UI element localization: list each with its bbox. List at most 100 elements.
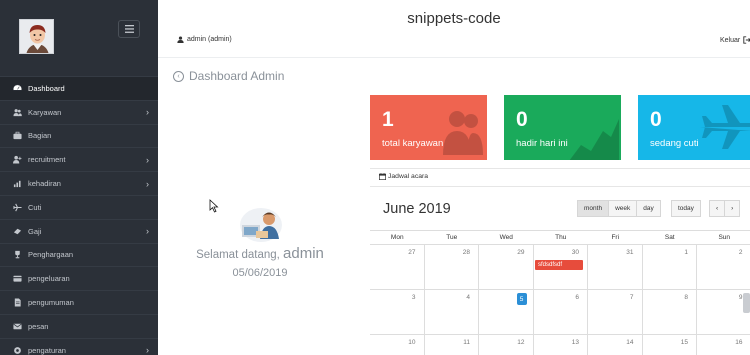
calendar-day-cell[interactable]: 2 — [697, 245, 750, 289]
user-plus-icon — [12, 155, 22, 165]
user-icon — [177, 36, 184, 43]
calendar-day-cell[interactable]: 27 — [370, 245, 425, 289]
sidebar-header — [0, 0, 158, 76]
calendar-day-cell[interactable]: 10 — [370, 335, 425, 355]
day-number: 30 — [571, 249, 579, 256]
stat-label: total karyawan — [382, 138, 444, 149]
tab-jadwal-acara[interactable]: Jadwal acara — [379, 173, 428, 180]
trophy-icon — [12, 250, 22, 260]
day-number: 11 — [463, 339, 470, 346]
chevron-right-icon: › — [146, 154, 149, 165]
calendar-view-switcher: month week day — [577, 200, 661, 217]
sidebar-item-kehadiran[interactable]: kehadiran › — [0, 171, 158, 195]
chevron-right-icon: › — [146, 226, 149, 237]
plane-icon — [700, 105, 750, 149]
day-number: 6 — [575, 294, 579, 301]
chevron-right-icon: › — [146, 345, 149, 355]
sidebar-item-label: pengumuman — [28, 298, 74, 308]
sidebar-item-bagian[interactable]: Bagian — [0, 123, 158, 148]
calendar-event[interactable]: sfdsdfsdf — [535, 260, 583, 270]
view-week-button[interactable]: week — [609, 200, 638, 217]
avatar[interactable] — [19, 19, 54, 54]
page-title-text: Dashboard Admin — [189, 69, 285, 83]
stat-card-sedang-cuti[interactable]: 0 sedang cuti — [638, 95, 750, 160]
calendar-day-cell[interactable]: 7 — [588, 290, 643, 334]
welcome-message: Selamat datang, admin — [170, 245, 350, 262]
tab-label: Jadwal acara — [388, 173, 429, 180]
calendar-day-cell[interactable]: 31 — [588, 245, 643, 289]
sidebar-item-label: recruitment — [28, 155, 66, 165]
calendar-day-cell-today[interactable]: 5 — [479, 290, 534, 334]
sidebar-item-pengumuman[interactable]: pengumuman — [0, 290, 158, 314]
sign-out-icon — [743, 36, 750, 44]
sidebar-item-recruitment[interactable]: recruitment › — [0, 147, 158, 171]
stat-card-total-karyawan[interactable]: 1 total karyawan — [370, 95, 487, 160]
calendar-day-cell[interactable]: 1 — [643, 245, 697, 289]
calendar-day-cell[interactable]: 12 — [479, 335, 534, 355]
sidebar-item-karyawan[interactable]: Karyawan › — [0, 99, 158, 124]
chevron-right-icon: › — [146, 107, 149, 118]
app-title: snippets-code — [407, 10, 501, 27]
calendar-day-cell[interactable]: 4 — [425, 290, 479, 334]
sidebar-item-dashboard[interactable]: Dashboard — [0, 76, 158, 100]
calendar-week: 3 4 5 6 7 8 9 — [370, 290, 750, 335]
day-number: 10 — [408, 339, 416, 346]
sidebar-item-pengaturan[interactable]: pengaturan › — [0, 337, 158, 355]
calendar-day-cell[interactable]: 28 — [425, 245, 479, 289]
hamburger-icon — [124, 25, 134, 33]
sidebar-item-pengeluaran[interactable]: pengeluaran — [0, 266, 158, 290]
calendar-top-divider — [370, 168, 750, 169]
calendar-day-cell[interactable]: 29 — [479, 245, 534, 289]
view-day-button[interactable]: day — [637, 200, 661, 217]
calendar-nav-buttons: ‹ › — [709, 200, 741, 217]
welcome-date: 05/06/2019 — [232, 267, 288, 279]
day-number: 12 — [517, 339, 525, 346]
prev-month-button[interactable]: ‹ — [709, 200, 726, 217]
stat-label: hadir hari ini — [516, 138, 568, 149]
envelope-icon — [12, 321, 22, 331]
menu-toggle-button[interactable] — [118, 20, 140, 38]
day-number: 7 — [629, 294, 634, 301]
next-month-button[interactable]: › — [725, 200, 741, 217]
calendar-grid: Mon Tue Wed Thu Fri Sat Sun 27 28 29 30 … — [370, 230, 750, 355]
sidebar-item-gaji[interactable]: Gaji › — [0, 218, 158, 243]
file-icon — [12, 298, 22, 308]
day-number: 3 — [411, 294, 416, 301]
sidebar-item-label: kehadiran — [28, 179, 61, 189]
calendar-day-cell[interactable]: 13 — [534, 335, 588, 355]
calendar-day-cell[interactable]: 14 — [588, 335, 643, 355]
day-number: 28 — [462, 249, 470, 256]
day-number: 14 — [626, 339, 634, 346]
calendar-day-cell[interactable]: 16 — [697, 335, 750, 355]
logout-link[interactable]: Keluar — [720, 36, 750, 44]
money-icon — [12, 226, 22, 236]
credit-card-icon — [12, 274, 22, 284]
back-circle-icon[interactable]: ‹ — [173, 70, 184, 82]
weekday-label: Mon — [390, 234, 404, 241]
calendar-day-cell[interactable]: 15 — [643, 335, 697, 355]
calendar-day-cell[interactable]: 6 — [534, 290, 588, 334]
stat-value: 1 — [382, 108, 394, 131]
calendar-day-cell[interactable]: 8 — [643, 290, 697, 334]
sidebar-item-penghargaan[interactable]: Penghargaan — [0, 242, 158, 267]
day-number: 31 — [626, 249, 634, 256]
plane-icon — [12, 202, 22, 212]
scroll-handle[interactable] — [743, 293, 750, 313]
user-name: admin (admin) — [187, 36, 232, 43]
view-month-button[interactable]: month — [577, 200, 610, 217]
user-menu[interactable]: admin (admin) — [177, 36, 232, 43]
sidebar: Dashboard Karyawan › Bagian recruitment … — [0, 0, 158, 355]
stat-value: 0 — [516, 108, 528, 131]
welcome-illustration — [238, 205, 284, 243]
calendar-day-cell[interactable]: 11 — [425, 335, 479, 355]
page-title: ‹ Dashboard Admin — [173, 69, 284, 83]
stat-card-hadir-hari-ini[interactable]: 0 hadir hari ini — [504, 95, 621, 160]
sidebar-item-cuti[interactable]: Cuti — [0, 194, 158, 219]
chevron-right-icon: › — [146, 178, 149, 189]
weekday-label: Sat — [664, 234, 675, 241]
day-number: 9 — [738, 294, 743, 301]
today-button[interactable]: today — [671, 200, 701, 217]
bar-chart-icon — [12, 179, 22, 189]
calendar-day-cell[interactable]: 3 — [370, 290, 425, 334]
sidebar-item-pesan[interactable]: pesan — [0, 313, 158, 338]
